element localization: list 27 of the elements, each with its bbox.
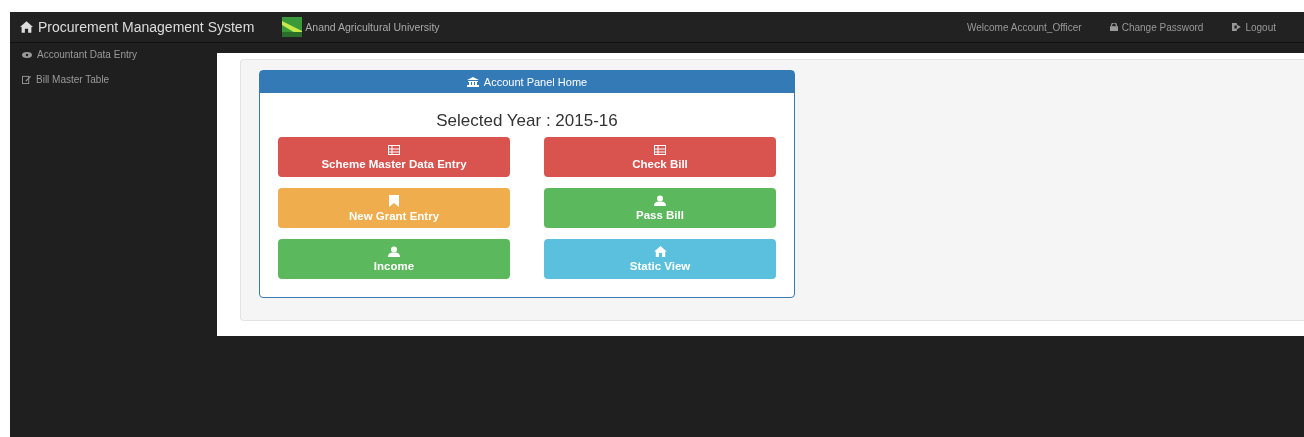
lock-icon [1109, 23, 1118, 31]
user-icon [388, 246, 400, 257]
home-icon [20, 21, 33, 33]
panel-button[interactable]: Static View [544, 239, 776, 279]
edit-icon [22, 75, 31, 84]
panel-button[interactable]: Check Bill [544, 137, 776, 177]
app-title[interactable]: Procurement Management System [38, 19, 255, 35]
panel-title: Account Panel Home [483, 76, 588, 88]
panel-button[interactable]: Scheme Master Data Entry [278, 137, 510, 177]
bookmark-icon [389, 194, 399, 207]
home-icon [653, 246, 667, 257]
panel-button[interactable]: Pass Bill [544, 188, 776, 228]
logo-icon [282, 17, 303, 37]
logout-link[interactable]: Logout [1231, 21, 1276, 33]
user-icon [654, 195, 666, 206]
change-password-link[interactable]: Change Password [1109, 21, 1204, 33]
panel-button[interactable]: Income [278, 239, 510, 279]
table-icon [654, 144, 666, 155]
university-name: Anand Agricultural University [305, 21, 440, 33]
sidebar-item[interactable]: Accountant Data Entry [10, 49, 217, 74]
sign-out-icon [1231, 23, 1242, 31]
welcome-text: Welcome Account_Officer [967, 21, 1082, 33]
sidebar-item[interactable]: Bill Master Table [10, 74, 217, 99]
table-icon [388, 144, 400, 155]
eye-icon [22, 51, 32, 58]
bank-icon [466, 77, 479, 87]
selected-year: Selected Year : 2015-16 [435, 111, 619, 131]
